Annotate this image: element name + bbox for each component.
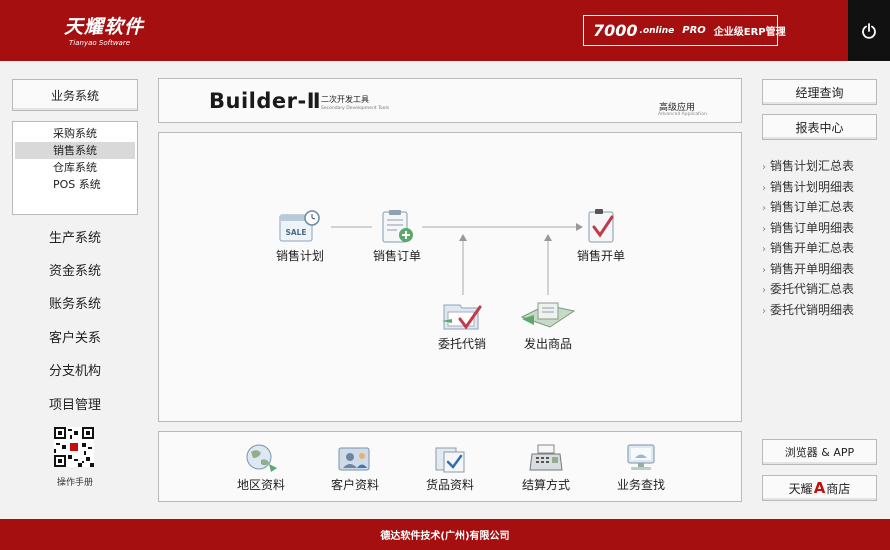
- app-store-button[interactable]: 天耀 A 商店: [762, 475, 877, 501]
- flow-node-order[interactable]: 销售订单: [357, 209, 437, 264]
- header-bar: 天耀软件 Tianyao Software 7000 .online PRO 企…: [0, 0, 890, 61]
- nav-accounting[interactable]: 账务系统: [12, 293, 138, 312]
- report-link-text: 销售开单明细表: [770, 261, 855, 276]
- report-link-text: 委托代销明细表: [770, 302, 855, 317]
- bottom-item-goods[interactable]: 货品资料: [410, 442, 490, 493]
- sales-order-label: 销售订单: [372, 249, 421, 263]
- monitor-search-icon: [627, 444, 655, 470]
- builder-banner[interactable]: Builder-Ⅱ 二次开发工具 Secondary Development T…: [158, 78, 742, 123]
- nav-branches[interactable]: 分支机构: [12, 360, 138, 379]
- goods-icon: [435, 447, 465, 473]
- product-online: .online: [639, 25, 675, 36]
- sales-order-icon: [382, 210, 413, 243]
- builder-title: Builder-Ⅱ: [209, 89, 322, 113]
- report-list: › 销售计划汇总表 › 销售计划明细表 › 销售订单汇总表 › 销售订单明细表 › 销售开…: [762, 156, 882, 320]
- footer: 德达软件技术(广州)有限公司: [0, 519, 890, 550]
- store-a-logo: A: [813, 479, 826, 497]
- chevron-right-icon: ›: [762, 244, 766, 255]
- sales-flow-panel: SALE 销售计划 销售订单 销售开单 委托代销 发出商品: [158, 132, 742, 422]
- flow-node-ship[interactable]: 发出商品: [508, 297, 588, 352]
- report-link-text: 销售计划明细表: [770, 179, 855, 194]
- browser-app-button[interactable]: 浏览器 & APP: [762, 439, 877, 465]
- report-link[interactable]: › 销售开单汇总表: [762, 238, 882, 259]
- product-badge: 7000 .online PRO 企业级ERP管理: [583, 15, 786, 46]
- nav-funds[interactable]: 资金系统: [12, 260, 138, 279]
- company-logo: 天耀软件 Tianyao Software: [64, 12, 144, 47]
- shipped-goods-icon: [520, 302, 576, 328]
- subsystem-purchase[interactable]: 采购系统: [15, 125, 135, 142]
- power-icon: [862, 22, 876, 39]
- consignment-icon: [442, 304, 482, 330]
- sales-plan-icon: SALE: [279, 210, 320, 242]
- bottom-item-customer[interactable]: 客户资料: [315, 442, 395, 493]
- store-prefix: 天耀: [788, 481, 813, 496]
- nav-crm[interactable]: 客户关系: [12, 327, 138, 346]
- report-link[interactable]: › 销售计划汇总表: [762, 156, 882, 177]
- goods-label: 货品资料: [425, 478, 474, 492]
- power-button[interactable]: [848, 0, 890, 61]
- cash-register-icon: [529, 444, 563, 471]
- logo-subtext: Tianyao Software: [69, 39, 131, 47]
- subsystem-warehouse[interactable]: 仓库系统: [15, 159, 135, 176]
- chevron-right-icon: ›: [762, 203, 766, 214]
- chevron-right-icon: ›: [762, 285, 766, 296]
- qr-code-icon[interactable]: [54, 427, 94, 467]
- flow-connectors: [331, 223, 583, 295]
- business-system-button[interactable]: 业务系统: [12, 79, 138, 111]
- builder-subtitle-en: Secondary Development Tools: [321, 106, 390, 111]
- chevron-right-icon: ›: [762, 162, 766, 173]
- report-link-text: 委托代销汇总表: [770, 282, 855, 296]
- builder-subtitle: 二次开发工具: [321, 95, 369, 104]
- subsystem-list: 采购系统 销售系统 仓库系统 POS 系统: [12, 121, 138, 215]
- report-link[interactable]: › 销售订单明细表: [762, 218, 882, 239]
- bottom-item-settlement[interactable]: 结算方式: [506, 442, 586, 493]
- customer-label: 客户资料: [330, 478, 379, 492]
- subsystem-sales[interactable]: 销售系统: [15, 142, 135, 159]
- logo-text: 天耀软件: [64, 16, 145, 38]
- nav-production[interactable]: 生产系统: [12, 227, 138, 246]
- report-link[interactable]: › 销售订单汇总表: [762, 197, 882, 218]
- chevron-right-icon: ›: [762, 264, 766, 276]
- manager-query-button[interactable]: 经理查询: [762, 79, 877, 105]
- sales-invoice-label: 销售开单: [576, 249, 625, 263]
- sales-plan-label: 销售计划: [275, 249, 324, 263]
- product-edition: PRO: [682, 25, 706, 36]
- report-link-text: 销售订单明细表: [770, 220, 855, 235]
- chevron-right-icon: ›: [762, 182, 766, 194]
- flow-node-invoice[interactable]: 销售开单: [561, 207, 641, 264]
- flow-node-plan[interactable]: SALE 销售计划: [260, 209, 340, 264]
- customer-card-icon: [338, 447, 370, 471]
- flow-node-consign[interactable]: 委托代销: [422, 297, 502, 352]
- shipped-goods-label: 发出商品: [523, 337, 572, 351]
- search-label: 业务查找: [616, 478, 665, 492]
- manual-label[interactable]: 操作手册: [40, 475, 110, 488]
- settlement-label: 结算方式: [521, 478, 570, 492]
- report-link-text: 销售订单汇总表: [770, 200, 855, 214]
- report-link[interactable]: › 销售计划明细表: [762, 177, 882, 198]
- advanced-app-label-en: Advanced Application: [658, 112, 707, 117]
- bottom-item-region[interactable]: 地区资料: [221, 442, 301, 493]
- product-number: 7000: [593, 21, 638, 40]
- globe-icon: [246, 444, 277, 472]
- report-link-text: 销售开单汇总表: [770, 241, 855, 255]
- report-link[interactable]: › 销售开单明细表: [762, 259, 882, 280]
- sales-plan-icon-text: SALE: [285, 228, 306, 237]
- product-tagline: 企业级ERP管理: [713, 27, 786, 38]
- nav-projects[interactable]: 项目管理: [12, 394, 138, 413]
- subsystem-pos[interactable]: POS 系统: [15, 176, 135, 193]
- region-label: 地区资料: [236, 478, 285, 492]
- store-suffix: 商店: [826, 481, 851, 496]
- report-link[interactable]: › 委托代销明细表: [762, 300, 882, 321]
- footer-company: 德达软件技术(广州)有限公司: [380, 531, 510, 542]
- report-center-button[interactable]: 报表中心: [762, 114, 877, 140]
- chevron-right-icon: ›: [762, 223, 766, 235]
- sales-invoice-icon: [588, 209, 614, 243]
- chevron-right-icon: ›: [762, 305, 766, 317]
- report-link[interactable]: › 委托代销汇总表: [762, 279, 882, 300]
- report-link-text: 销售计划汇总表: [770, 159, 855, 173]
- base-data-panel: 地区资料 客户资料 货品资料 结算方式 业务查找: [158, 431, 742, 502]
- bottom-item-search[interactable]: 业务查找: [601, 442, 681, 493]
- consignment-label: 委托代销: [437, 337, 486, 351]
